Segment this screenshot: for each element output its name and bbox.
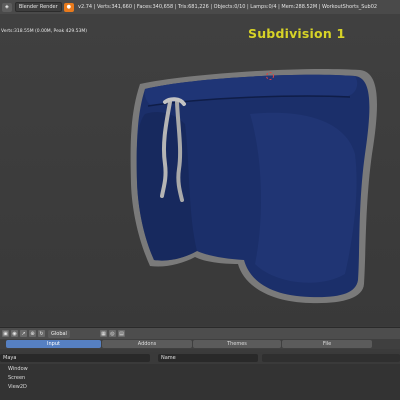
preset-select[interactable]: Maya	[0, 354, 150, 362]
keymap-filters: Maya Name	[0, 352, 400, 364]
layer-icon[interactable]: ▦	[99, 330, 107, 337]
info-header: ◈ Blender Render ● v2.74 | Verts:341,660…	[0, 0, 400, 15]
list-item[interactable]: Screen	[0, 373, 400, 382]
search-input[interactable]	[262, 354, 400, 362]
orientation-select[interactable]: Global	[48, 329, 70, 338]
manipulator-icon[interactable]: ↗	[20, 330, 27, 337]
subdivision-label: Subdivision 1	[248, 26, 346, 41]
rotate-icon[interactable]: ↻	[38, 330, 45, 337]
keymap-list: Window Screen View2D	[0, 364, 400, 400]
tab-themes[interactable]: Themes	[193, 340, 281, 348]
translate-icon[interactable]: ⊕	[29, 330, 36, 337]
shorts-model	[130, 68, 377, 304]
object-mode-icon[interactable]: ▣	[2, 330, 9, 337]
snap-icon[interactable]: ◎	[108, 330, 116, 337]
tab-addons[interactable]: Addons	[102, 340, 192, 348]
view3d-header: ▣ ◉ ↗ ⊕ ↻ Global ▦ ◎ ▤	[0, 327, 400, 339]
render-icon[interactable]: ▤	[117, 330, 125, 337]
preferences-tabs: Input Addons Themes File	[0, 339, 400, 349]
3d-viewport[interactable]: Verts:318.55M (0.00M, Peak 429.53M) Subd…	[0, 14, 400, 326]
list-item[interactable]: View2D	[0, 382, 400, 391]
blender-logo-icon: ●	[63, 2, 74, 12]
render-engine-select[interactable]: Blender Render	[14, 2, 62, 12]
pivot-icon[interactable]: ◉	[11, 330, 18, 337]
scene-stats: v2.74 | Verts:341,660 | Faces:340,658 | …	[78, 4, 378, 10]
filter-type-select[interactable]: Name	[158, 354, 258, 362]
tab-input[interactable]: Input	[6, 340, 101, 348]
list-item[interactable]: Window	[0, 364, 400, 373]
editor-type-icon[interactable]: ◈	[2, 2, 12, 12]
tab-file[interactable]: File	[282, 340, 372, 348]
